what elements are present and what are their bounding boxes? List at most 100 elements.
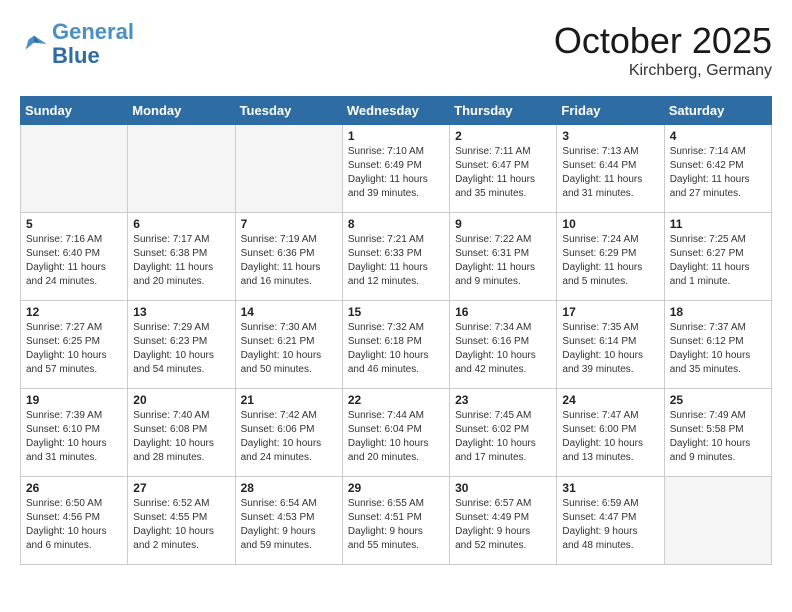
calendar-cell-1-3: 8 Sunrise: 7:21 AM Sunset: 6:33 PM Daylig…	[342, 213, 449, 301]
calendar-cell-3-2: 21 Sunrise: 7:42 AM Sunset: 6:06 PM Dayli…	[235, 389, 342, 477]
calendar-cell-3-1: 20 Sunrise: 7:40 AM Sunset: 6:08 PM Dayli…	[128, 389, 235, 477]
calendar-cell-2-1: 13 Sunrise: 7:29 AM Sunset: 6:23 PM Dayli…	[128, 301, 235, 389]
day-number: 12	[26, 305, 122, 319]
calendar-cell-0-6: 4Sunrise: 7:14 AM Sunset: 6:42 PM Daylig…	[664, 125, 771, 213]
day-number: 16	[455, 305, 551, 319]
calendar-cell-4-5: 31 Sunrise: 6:59 AM Sunset: 4:47 PM Dayli…	[557, 477, 664, 565]
day-number: 13	[133, 305, 229, 319]
weekday-header-tuesday: Tuesday	[235, 97, 342, 125]
calendar-cell-4-0: 26 Sunrise: 6:50 AM Sunset: 4:56 PM Dayli…	[21, 477, 128, 565]
day-number: 6	[133, 217, 229, 231]
calendar-cell-4-6	[664, 477, 771, 565]
day-info: Sunrise: 6:52 AM Sunset: 4:55 PM Dayligh…	[133, 497, 229, 553]
calendar-cell-0-1	[128, 125, 235, 213]
day-info: Sunrise: 7:35 AM Sunset: 6:14 PM Dayligh…	[562, 321, 658, 377]
day-info: Sunrise: 7:13 AM Sunset: 6:44 PM Dayligh…	[562, 145, 658, 201]
page-header: GeneralBlue October 2025 Kirchberg, Germ…	[20, 20, 772, 80]
calendar-cell-4-4: 30 Sunrise: 6:57 AM Sunset: 4:49 PM Dayli…	[450, 477, 557, 565]
calendar-cell-1-5: 10Sunrise: 7:24 AM Sunset: 6:29 PM Dayli…	[557, 213, 664, 301]
day-info: Sunrise: 7:24 AM Sunset: 6:29 PM Dayligh…	[562, 233, 658, 289]
day-info: Sunrise: 6:57 AM Sunset: 4:49 PM Dayligh…	[455, 497, 551, 553]
day-info: Sunrise: 7:45 AM Sunset: 6:02 PM Dayligh…	[455, 409, 551, 465]
calendar-cell-2-3: 15Sunrise: 7:32 AM Sunset: 6:18 PM Dayli…	[342, 301, 449, 389]
day-number: 22	[348, 393, 444, 407]
day-info: Sunrise: 7:40 AM Sunset: 6:08 PM Dayligh…	[133, 409, 229, 465]
calendar-cell-4-3: 29 Sunrise: 6:55 AM Sunset: 4:51 PM Dayli…	[342, 477, 449, 565]
day-number: 18	[670, 305, 766, 319]
day-number: 27	[133, 481, 229, 495]
weekday-header-thursday: Thursday	[450, 97, 557, 125]
day-info: Sunrise: 6:59 AM Sunset: 4:47 PM Dayligh…	[562, 497, 658, 553]
weekday-header-friday: Friday	[557, 97, 664, 125]
day-info: Sunrise: 7:27 AM Sunset: 6:25 PM Dayligh…	[26, 321, 122, 377]
day-number: 2	[455, 129, 551, 143]
day-info: Sunrise: 6:54 AM Sunset: 4:53 PM Dayligh…	[241, 497, 337, 553]
day-info: Sunrise: 7:44 AM Sunset: 6:04 PM Dayligh…	[348, 409, 444, 465]
calendar-cell-3-0: 19Sunrise: 7:39 AM Sunset: 6:10 PM Dayli…	[21, 389, 128, 477]
calendar-row-3: 19Sunrise: 7:39 AM Sunset: 6:10 PM Dayli…	[21, 389, 772, 477]
day-number: 30	[455, 481, 551, 495]
day-number: 31	[562, 481, 658, 495]
day-info: Sunrise: 7:21 AM Sunset: 6:33 PM Dayligh…	[348, 233, 444, 289]
day-number: 26	[26, 481, 122, 495]
day-info: Sunrise: 7:32 AM Sunset: 6:18 PM Dayligh…	[348, 321, 444, 377]
day-info: Sunrise: 6:55 AM Sunset: 4:51 PM Dayligh…	[348, 497, 444, 553]
day-number: 21	[241, 393, 337, 407]
day-info: Sunrise: 7:11 AM Sunset: 6:47 PM Dayligh…	[455, 145, 551, 201]
day-info: Sunrise: 7:42 AM Sunset: 6:06 PM Dayligh…	[241, 409, 337, 465]
day-number: 9	[455, 217, 551, 231]
location: Kirchberg, Germany	[554, 62, 772, 80]
logo-text: GeneralBlue	[52, 20, 134, 68]
calendar-row-4: 26 Sunrise: 6:50 AM Sunset: 4:56 PM Dayli…	[21, 477, 772, 565]
calendar-cell-3-6: 25Sunrise: 7:49 AM Sunset: 5:58 PM Dayli…	[664, 389, 771, 477]
calendar-row-1: 5Sunrise: 7:16 AM Sunset: 6:40 PM Daylig…	[21, 213, 772, 301]
weekday-header-row: SundayMondayTuesdayWednesdayThursdayFrid…	[21, 97, 772, 125]
weekday-header-saturday: Saturday	[664, 97, 771, 125]
calendar-cell-3-3: 22 Sunrise: 7:44 AM Sunset: 6:04 PM Dayli…	[342, 389, 449, 477]
calendar-cell-0-3: 1 Sunrise: 7:10 AM Sunset: 6:49 PM Daylig…	[342, 125, 449, 213]
day-number: 1	[348, 129, 444, 143]
calendar-cell-1-2: 7Sunrise: 7:19 AM Sunset: 6:36 PM Daylig…	[235, 213, 342, 301]
day-number: 5	[26, 217, 122, 231]
day-number: 17	[562, 305, 658, 319]
calendar-cell-1-1: 6 Sunrise: 7:17 AM Sunset: 6:38 PM Daylig…	[128, 213, 235, 301]
calendar-cell-0-4: 2 Sunrise: 7:11 AM Sunset: 6:47 PM Daylig…	[450, 125, 557, 213]
calendar-cell-2-6: 18Sunrise: 7:37 AM Sunset: 6:12 PM Dayli…	[664, 301, 771, 389]
calendar-cell-1-0: 5Sunrise: 7:16 AM Sunset: 6:40 PM Daylig…	[21, 213, 128, 301]
calendar-cell-1-6: 11 Sunrise: 7:25 AM Sunset: 6:27 PM Dayli…	[664, 213, 771, 301]
calendar-cell-2-2: 14Sunrise: 7:30 AM Sunset: 6:21 PM Dayli…	[235, 301, 342, 389]
title-block: October 2025 Kirchberg, Germany	[554, 20, 772, 80]
calendar-row-2: 12 Sunrise: 7:27 AM Sunset: 6:25 PM Dayli…	[21, 301, 772, 389]
calendar-cell-3-4: 23Sunrise: 7:45 AM Sunset: 6:02 PM Dayli…	[450, 389, 557, 477]
day-number: 8	[348, 217, 444, 231]
weekday-header-sunday: Sunday	[21, 97, 128, 125]
weekday-header-wednesday: Wednesday	[342, 97, 449, 125]
day-number: 28	[241, 481, 337, 495]
day-number: 3	[562, 129, 658, 143]
day-info: Sunrise: 7:47 AM Sunset: 6:00 PM Dayligh…	[562, 409, 658, 465]
calendar-cell-0-5: 3 Sunrise: 7:13 AM Sunset: 6:44 PM Daylig…	[557, 125, 664, 213]
day-number: 29	[348, 481, 444, 495]
day-info: Sunrise: 7:49 AM Sunset: 5:58 PM Dayligh…	[670, 409, 766, 465]
month-title: October 2025	[554, 20, 772, 62]
calendar-cell-1-4: 9 Sunrise: 7:22 AM Sunset: 6:31 PM Daylig…	[450, 213, 557, 301]
day-info: Sunrise: 7:29 AM Sunset: 6:23 PM Dayligh…	[133, 321, 229, 377]
day-info: Sunrise: 7:22 AM Sunset: 6:31 PM Dayligh…	[455, 233, 551, 289]
day-info: Sunrise: 7:34 AM Sunset: 6:16 PM Dayligh…	[455, 321, 551, 377]
day-info: Sunrise: 6:50 AM Sunset: 4:56 PM Dayligh…	[26, 497, 122, 553]
day-info: Sunrise: 7:25 AM Sunset: 6:27 PM Dayligh…	[670, 233, 766, 289]
day-number: 11	[670, 217, 766, 231]
day-number: 20	[133, 393, 229, 407]
day-info: Sunrise: 7:19 AM Sunset: 6:36 PM Dayligh…	[241, 233, 337, 289]
day-number: 24	[562, 393, 658, 407]
day-info: Sunrise: 7:17 AM Sunset: 6:38 PM Dayligh…	[133, 233, 229, 289]
logo-icon	[20, 30, 48, 58]
calendar-cell-4-2: 28 Sunrise: 6:54 AM Sunset: 4:53 PM Dayli…	[235, 477, 342, 565]
calendar-cell-0-0	[21, 125, 128, 213]
calendar-table: SundayMondayTuesdayWednesdayThursdayFrid…	[20, 96, 772, 565]
day-info: Sunrise: 7:10 AM Sunset: 6:49 PM Dayligh…	[348, 145, 444, 201]
day-info: Sunrise: 7:39 AM Sunset: 6:10 PM Dayligh…	[26, 409, 122, 465]
calendar-cell-2-5: 17 Sunrise: 7:35 AM Sunset: 6:14 PM Dayli…	[557, 301, 664, 389]
calendar-cell-0-2	[235, 125, 342, 213]
calendar-cell-4-1: 27 Sunrise: 6:52 AM Sunset: 4:55 PM Dayli…	[128, 477, 235, 565]
